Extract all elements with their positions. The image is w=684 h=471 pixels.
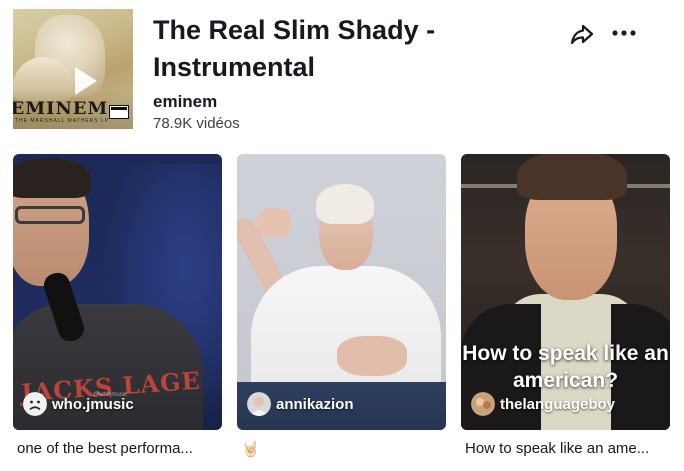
video-caption[interactable]: one of the best performa... (17, 440, 222, 457)
video-card[interactable]: How to speak like an american? thelangua… (461, 154, 670, 457)
avatar (23, 392, 47, 416)
cover-logo: EMINEM (13, 99, 109, 119)
parental-advisory-label (109, 105, 129, 119)
author-name: thelanguageboy (500, 395, 616, 413)
artist-name[interactable]: eminem (153, 92, 217, 112)
bleached-hair (316, 184, 374, 224)
speaker-hair (517, 154, 627, 200)
sound-header: EMINEM THE MARSHALL MATHERS LP The Real … (0, 0, 684, 150)
video-thumbnail[interactable]: How to speak like an american? thelangua… (461, 154, 670, 430)
play-icon[interactable] (75, 67, 97, 95)
video-caption[interactable]: How to speak like an ame... (465, 440, 670, 457)
author-name: who.jmusic (52, 395, 134, 413)
sound-title: The Real Slim Shady - Instrumental (153, 15, 436, 82)
cover-subtitle: THE MARSHALL MATHERS LP (15, 118, 110, 124)
performer-hair (13, 158, 91, 198)
pointing-hand (257, 208, 291, 238)
author-name: annikazion (276, 395, 354, 413)
video-caption[interactable]: 🤘🏻 (241, 440, 446, 458)
more-icon (612, 30, 636, 36)
avatar (471, 392, 495, 416)
video-thumbnail[interactable]: JACKS LAGE @whojmusic who.jmusic (13, 154, 222, 430)
video-count: 78.9K vidéos (153, 115, 240, 132)
video-author[interactable]: annikazion (247, 392, 354, 416)
video-author[interactable]: thelanguageboy (471, 392, 615, 416)
video-thumbnail[interactable]: annikazion (237, 154, 446, 430)
video-author[interactable]: who.jmusic (23, 392, 134, 416)
gesture-hands (337, 336, 407, 376)
share-button[interactable] (568, 20, 596, 48)
share-icon (570, 24, 594, 45)
video-card[interactable]: JACKS LAGE @whojmusic who.jmusic one of … (13, 154, 222, 457)
album-cover[interactable]: EMINEM THE MARSHALL MATHERS LP (13, 9, 133, 129)
avatar (247, 392, 271, 416)
more-options-button[interactable] (609, 20, 639, 48)
glasses (15, 206, 85, 224)
video-overlay-text: How to speak like an american? (462, 342, 669, 392)
video-card[interactable]: annikazion 🤘🏻 (237, 154, 446, 458)
